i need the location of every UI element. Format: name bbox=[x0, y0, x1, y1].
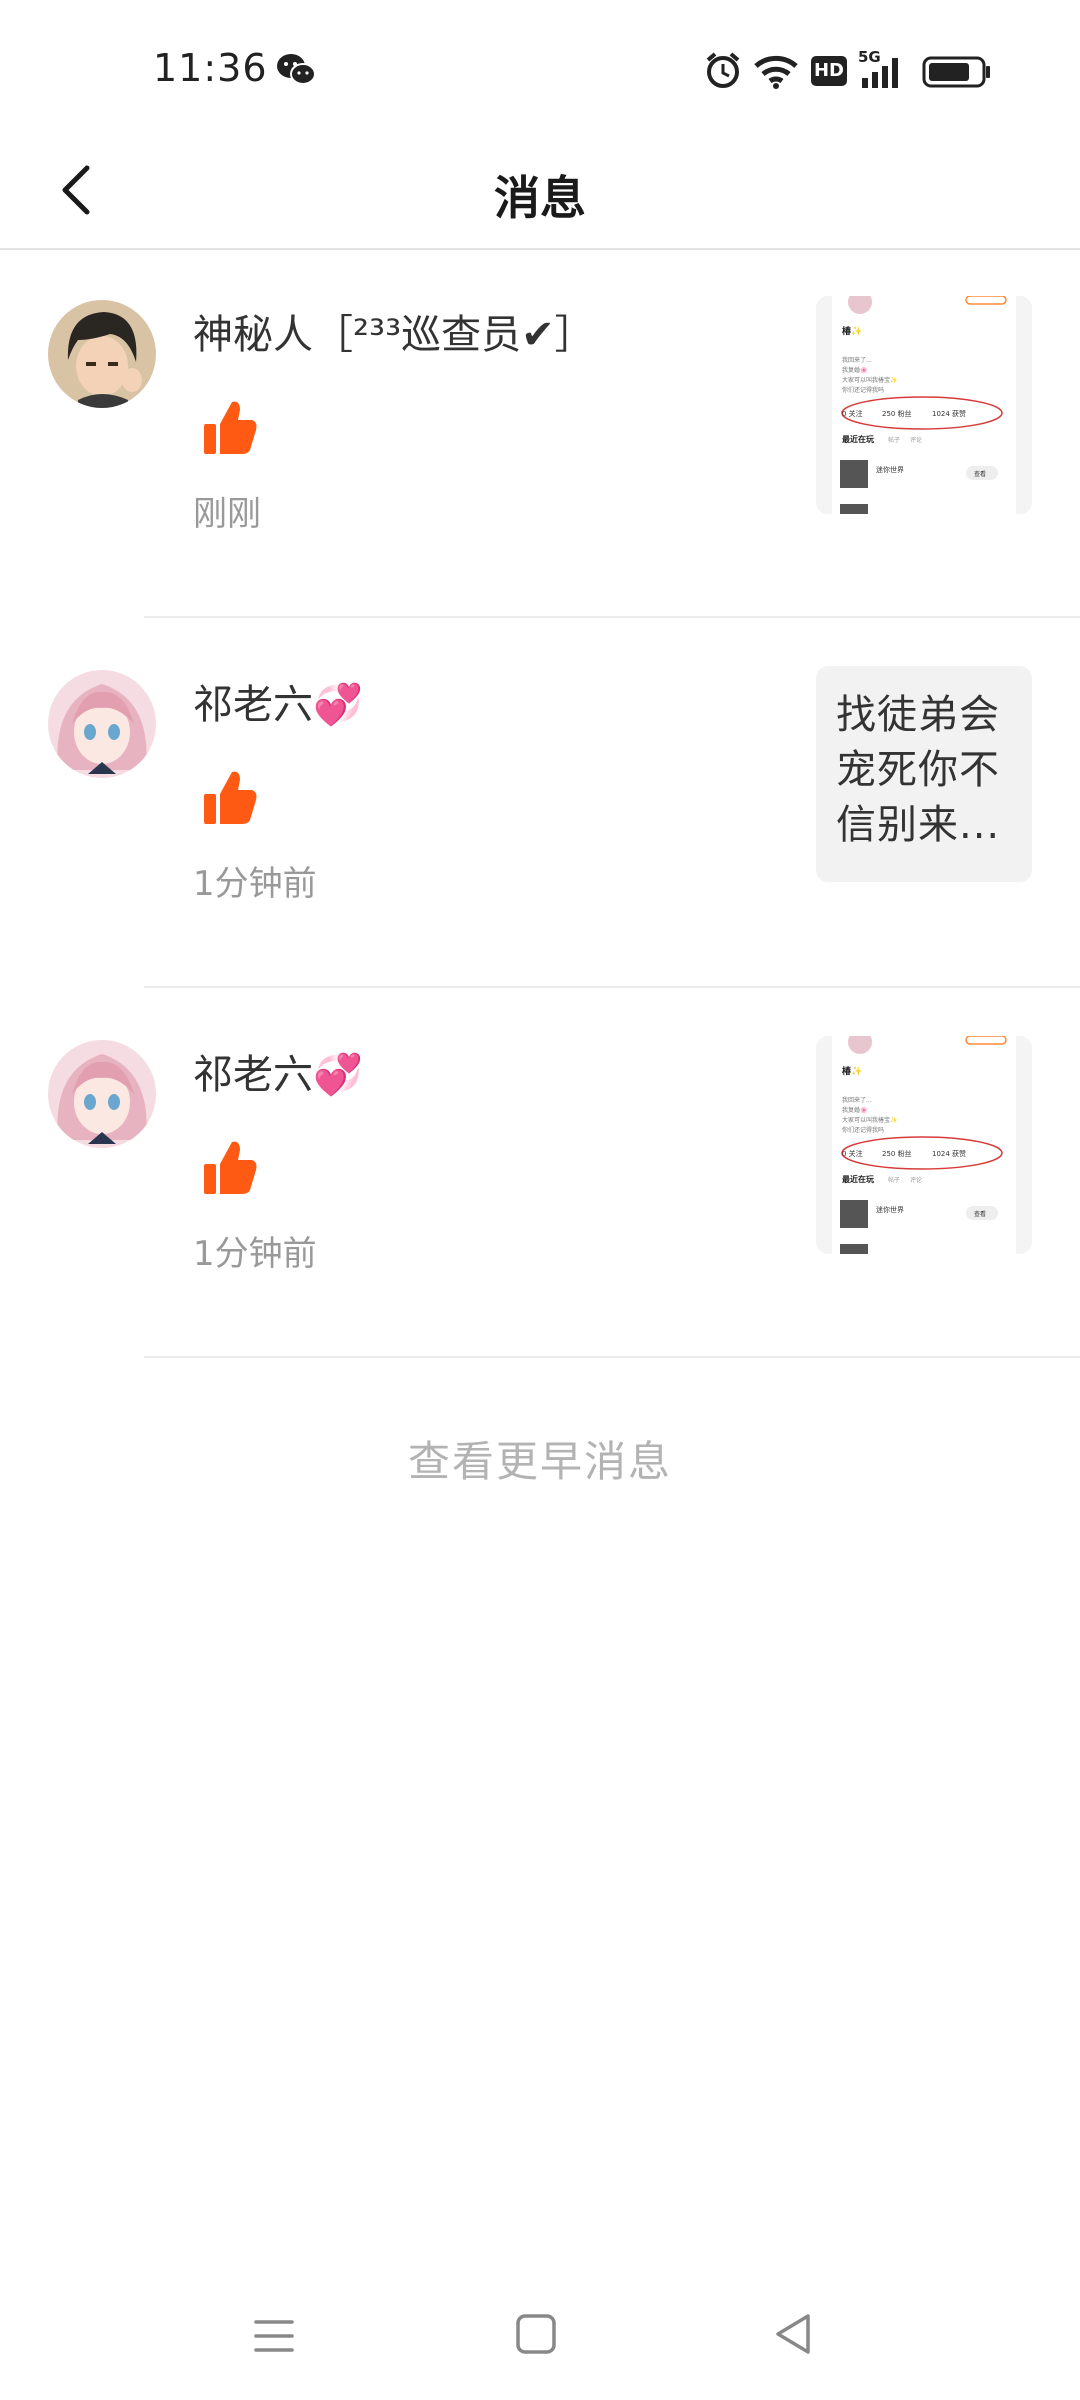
preview-game: 迷你世界 bbox=[876, 1205, 904, 1214]
divider bbox=[144, 1356, 1080, 1358]
post-preview-thumbnail[interactable]: 椿✨ 我回来了... 我复婚🌸 大家可以叫我椿宝✨ 你们还记得我吗 0 关注 2… bbox=[816, 1036, 1032, 1254]
battery-icon bbox=[922, 56, 990, 88]
preview-line: 你们还记得我吗 bbox=[842, 386, 884, 394]
preview-stat: 1024 获赞 bbox=[932, 1149, 966, 1158]
header-bar: 消息 bbox=[0, 140, 1080, 250]
preview-tab: 评论 bbox=[910, 1176, 922, 1184]
preview-line: 你们还记得我吗 bbox=[842, 1126, 884, 1134]
menu-icon[interactable] bbox=[252, 2316, 296, 2356]
avatar[interactable] bbox=[48, 670, 156, 778]
timestamp: 1分钟前 bbox=[193, 864, 317, 904]
preview-text-line: 找徒弟会 bbox=[836, 692, 1000, 738]
user-name[interactable]: 祁老六💞 bbox=[193, 672, 363, 730]
preview-line: 我回来了... bbox=[842, 356, 872, 364]
preview-name: 椿✨ bbox=[842, 325, 862, 337]
wifi-icon bbox=[754, 55, 798, 89]
thumbs-up-icon bbox=[204, 1141, 257, 1194]
wechat-icon bbox=[277, 54, 316, 85]
preview-button: 查看 bbox=[974, 1210, 986, 1218]
view-earlier-messages-link[interactable]: 查看更早消息 bbox=[0, 1428, 1080, 1489]
preview-stat: 0 关注 bbox=[842, 409, 863, 418]
user-name[interactable]: 神秘人［²³³巡查员✔］ bbox=[193, 302, 595, 360]
timestamp: 1分钟前 bbox=[193, 1234, 317, 1274]
post-preview-thumbnail[interactable]: 椿✨ 我回来了... 我复婚🌸 大家可以叫我椿宝✨ 你们还记得我吗 0 关注 2… bbox=[816, 296, 1032, 514]
divider bbox=[144, 986, 1080, 988]
preview-line: 我复婚🌸 bbox=[842, 1106, 868, 1114]
avatar[interactable] bbox=[48, 1040, 156, 1148]
preview-stat: 0 关注 bbox=[842, 1149, 863, 1158]
preview-line: 我回来了... bbox=[842, 1096, 872, 1104]
preview-stat: 250 粉丝 bbox=[882, 409, 912, 418]
preview-line: 大家可以叫我椿宝✨ bbox=[842, 1116, 898, 1124]
notification-item[interactable]: 祁老六💞 1分钟前 找徒弟会 宠死你不 信别来... bbox=[0, 620, 1080, 988]
alarm-icon bbox=[706, 52, 740, 88]
signal-5g-icon: 5G bbox=[858, 48, 898, 88]
page-title: 消息 bbox=[494, 171, 586, 225]
preview-text-line: 宠死你不 bbox=[836, 747, 1000, 793]
preview-text-line: 信别来... bbox=[836, 802, 1001, 848]
preview-stat: 1024 获赞 bbox=[932, 409, 966, 418]
timestamp: 刚刚 bbox=[193, 494, 261, 534]
notification-item[interactable]: 祁老六💞 1分钟前 椿✨ 我回来了... 我复婚🌸 大家可以叫我椿宝✨ 你们还记… bbox=[0, 990, 1080, 1358]
notification-item[interactable]: 神秘人［²³³巡查员✔］ 刚刚 椿✨ 我回来了... 我复婚🌸 大家可以叫我椿宝… bbox=[0, 250, 1080, 618]
status-time: 11:36 bbox=[153, 46, 268, 90]
user-name[interactable]: 祁老六💞 bbox=[193, 1042, 363, 1100]
preview-button: 查看 bbox=[974, 470, 986, 478]
system-nav-bar bbox=[0, 2280, 1080, 2400]
divider bbox=[144, 616, 1080, 618]
preview-tab: 最近在玩 bbox=[842, 434, 874, 444]
hd-badge: HD bbox=[811, 56, 847, 86]
preview-name: 椿✨ bbox=[842, 1065, 862, 1077]
home-icon[interactable] bbox=[514, 2312, 558, 2356]
back-triangle-icon[interactable] bbox=[772, 2312, 814, 2356]
preview-game: 迷你世界 bbox=[876, 465, 904, 474]
preview-line: 我复婚🌸 bbox=[842, 366, 868, 374]
preview-tab: 帖子 bbox=[888, 1176, 900, 1184]
preview-stat: 250 粉丝 bbox=[882, 1149, 912, 1158]
preview-tab: 帖子 bbox=[888, 436, 900, 444]
status-bar: 11:36 HD 5G bbox=[0, 0, 1080, 140]
preview-tab: 评论 bbox=[910, 436, 922, 444]
preview-tab: 最近在玩 bbox=[842, 1174, 874, 1184]
avatar[interactable] bbox=[48, 300, 156, 408]
svg-text:5G: 5G bbox=[858, 48, 881, 66]
preview-line: 大家可以叫我椿宝✨ bbox=[842, 376, 898, 384]
thumbs-up-icon bbox=[204, 401, 257, 454]
post-preview-text[interactable]: 找徒弟会 宠死你不 信别来... bbox=[816, 666, 1032, 882]
thumbs-up-icon bbox=[204, 771, 257, 824]
